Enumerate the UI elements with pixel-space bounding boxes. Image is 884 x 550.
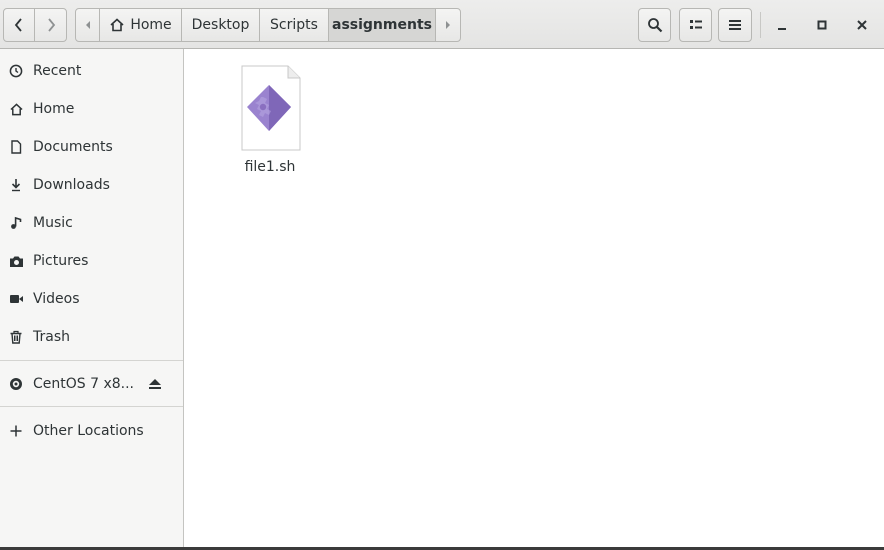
clock-icon xyxy=(8,63,24,79)
minimize-button[interactable] xyxy=(769,12,795,38)
sidebar-item-pictures[interactable]: Pictures xyxy=(0,242,183,280)
path-segment-desktop[interactable]: Desktop xyxy=(181,8,260,42)
sidebar-item-label: Other Locations xyxy=(33,423,144,439)
sidebar-item-music[interactable]: Music xyxy=(0,204,183,242)
header-separator xyxy=(760,12,761,38)
sidebar-item-videos[interactable]: Videos xyxy=(0,280,183,318)
back-button[interactable] xyxy=(3,8,35,42)
menu-button[interactable] xyxy=(718,8,752,42)
sidebar-item-label: Home xyxy=(33,101,75,117)
camera-icon xyxy=(8,253,24,269)
sidebar-item-label: Pictures xyxy=(33,253,89,269)
disc-icon xyxy=(8,376,24,392)
sidebar-item-label: Recent xyxy=(33,63,82,79)
close-icon xyxy=(857,20,867,30)
sidebar-item-label: CentOS 7 x8... xyxy=(33,376,135,392)
path-segment-scripts[interactable]: Scripts xyxy=(259,8,329,42)
sidebar-item-label: Downloads xyxy=(33,177,110,193)
path-scroll-left-button[interactable] xyxy=(75,8,100,42)
sidebar-item-label: Videos xyxy=(33,291,80,307)
path-segment-label: Desktop xyxy=(191,17,250,33)
sidebar-separator xyxy=(0,360,183,361)
maximize-icon xyxy=(817,20,827,30)
forward-button[interactable] xyxy=(34,8,67,42)
minimize-icon xyxy=(778,28,786,30)
path-scroll-right-button[interactable] xyxy=(435,8,461,42)
header-bar: Home Desktop Scripts assignments xyxy=(0,0,884,49)
caret-left-icon xyxy=(85,21,90,29)
search-button[interactable] xyxy=(638,8,671,42)
sidebar-item-label: Documents xyxy=(33,139,113,155)
home-icon xyxy=(8,101,24,117)
eject-icon[interactable] xyxy=(147,376,163,392)
plus-icon xyxy=(8,423,24,439)
view-toggle-button[interactable] xyxy=(679,8,712,42)
music-icon xyxy=(8,215,24,231)
shell-script-icon xyxy=(241,65,301,151)
trash-icon xyxy=(8,329,24,345)
sidebar: Recent Home Documents Downloads Music Pi… xyxy=(0,49,184,550)
document-icon xyxy=(8,139,24,155)
file-name: file1.sh xyxy=(244,159,296,175)
chevron-left-icon xyxy=(14,18,22,32)
search-icon xyxy=(647,18,662,33)
sidebar-item-downloads[interactable]: Downloads xyxy=(0,166,183,204)
path-segment-label: assignments xyxy=(332,17,432,33)
sidebar-item-recent[interactable]: Recent xyxy=(0,52,183,90)
file-view[interactable]: file1.sh xyxy=(184,49,884,547)
file-item[interactable]: file1.sh xyxy=(236,65,304,175)
close-button[interactable] xyxy=(849,12,875,38)
sidebar-separator xyxy=(0,406,183,407)
caret-right-icon xyxy=(446,21,450,29)
video-icon xyxy=(8,291,24,307)
home-icon xyxy=(110,18,124,32)
path-segment-label: Home xyxy=(130,17,172,33)
sidebar-item-label: Trash xyxy=(33,329,70,345)
path-segment-home[interactable]: Home xyxy=(99,8,182,42)
chevron-right-icon xyxy=(47,18,55,32)
sidebar-item-documents[interactable]: Documents xyxy=(0,128,183,166)
sidebar-item-home[interactable]: Home xyxy=(0,90,183,128)
sidebar-item-label: Music xyxy=(33,215,73,231)
download-icon xyxy=(8,177,24,193)
sidebar-item-trash[interactable]: Trash xyxy=(0,318,183,356)
sidebar-item-other-locations[interactable]: Other Locations xyxy=(0,412,183,450)
maximize-button[interactable] xyxy=(809,12,835,38)
sidebar-item-device[interactable]: CentOS 7 x8... xyxy=(0,365,183,403)
path-segment-label: Scripts xyxy=(270,17,318,33)
list-view-icon xyxy=(689,20,702,29)
hamburger-menu-icon xyxy=(729,20,741,30)
path-segment-assignments[interactable]: assignments xyxy=(328,8,436,42)
